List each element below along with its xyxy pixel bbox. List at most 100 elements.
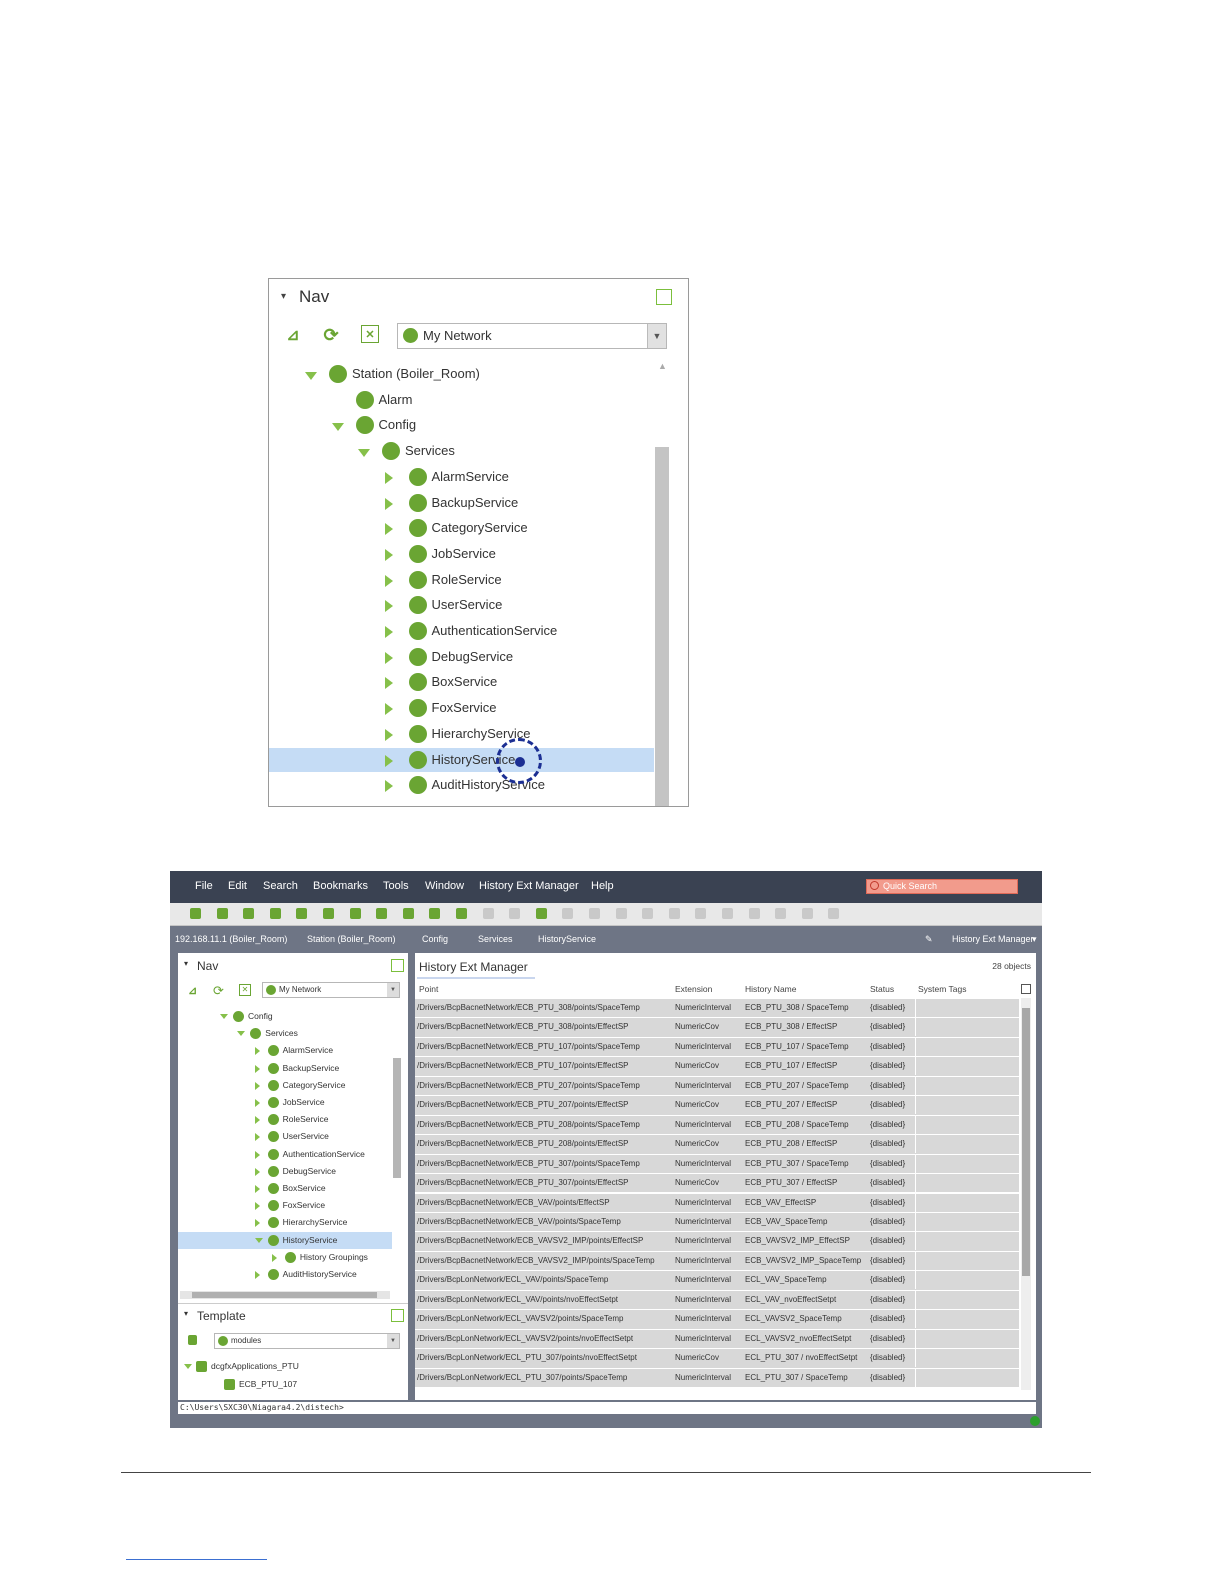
maximize-icon[interactable]: [391, 959, 404, 972]
save-all-icon[interactable]: [482, 908, 494, 919]
collapse-caret-icon[interactable]: ▾: [281, 291, 286, 302]
collapsed-arrow-icon[interactable]: [254, 1202, 260, 1211]
collapsed-arrow-icon[interactable]: [384, 574, 393, 587]
export-icon[interactable]: [509, 908, 521, 919]
refresh-icon[interactable]: ⟳: [213, 983, 224, 999]
rename-icon[interactable]: [801, 908, 813, 919]
menu-item[interactable]: Tools: [383, 880, 409, 892]
maximize-icon[interactable]: [656, 289, 672, 305]
edit-pencil-icon[interactable]: ✎: [925, 934, 933, 945]
new-connection-icon[interactable]: ⊿: [188, 984, 197, 997]
collapsed-arrow-icon[interactable]: [384, 651, 393, 664]
table-row[interactable]: /Drivers/BcpLonNetwork/ECL_VAV/points/Sp…: [415, 1271, 1019, 1291]
footer-link-underline[interactable]: [126, 1559, 267, 1560]
collapsed-arrow-icon[interactable]: [254, 1219, 260, 1228]
expanded-arrow-icon[interactable]: [305, 372, 317, 380]
table-row[interactable]: /Drivers/BcpBacnetNetwork/ECB_PTU_307/po…: [415, 1154, 1019, 1175]
menu-item[interactable]: History Ext Manager: [479, 880, 579, 892]
expanded-arrow-icon[interactable]: [220, 1014, 228, 1019]
chevron-down-icon[interactable]: ▼: [387, 983, 399, 997]
collapsed-arrow-icon[interactable]: [254, 1271, 260, 1279]
cut-icon[interactable]: [562, 908, 574, 919]
home-icon[interactable]: [323, 908, 334, 919]
collapsed-arrow-icon[interactable]: [384, 780, 393, 793]
modules-combo[interactable]: modules ▼: [214, 1333, 400, 1349]
table-row[interactable]: /Drivers/BcpBacnetNetwork/ECB_VAVSV2_IMP…: [415, 1232, 1019, 1252]
nav-scrollbar[interactable]: [655, 447, 669, 806]
table-scrollbar[interactable]: [1021, 998, 1031, 1390]
collapsed-arrow-icon[interactable]: [384, 626, 393, 638]
view-selector[interactable]: History Ext Manager: [952, 934, 1034, 944]
network-combo[interactable]: My Network ▼: [397, 323, 667, 349]
collapsed-arrow-icon[interactable]: [254, 1150, 260, 1159]
column-header[interactable]: Point: [419, 980, 438, 998]
expanded-arrow-icon[interactable]: [237, 1031, 246, 1037]
table-row[interactable]: /Drivers/BcpBacnetNetwork/ECB_VAV/points…: [415, 1212, 1019, 1233]
table-row[interactable]: /Drivers/BcpBacnetNetwork/ECB_PTU_207/po…: [415, 1096, 1019, 1116]
expanded-arrow-icon[interactable]: [184, 1364, 192, 1369]
view-tab[interactable]: History Ext Manager: [417, 955, 535, 979]
collapsed-arrow-icon[interactable]: [254, 1185, 260, 1193]
menu-item[interactable]: File: [195, 880, 213, 892]
refresh-icon[interactable]: [349, 908, 361, 919]
table-row[interactable]: /Drivers/BcpBacnetNetwork/ECB_VAV/points…: [415, 1193, 1019, 1213]
collapsed-arrow-icon[interactable]: [254, 1099, 260, 1107]
refresh-icon[interactable]: ⟳: [321, 325, 341, 345]
table-row[interactable]: /Drivers/BcpLonNetwork/ECL_VAV/points/nv…: [415, 1290, 1019, 1311]
collapsed-arrow-icon[interactable]: [254, 1116, 260, 1125]
collapsed-arrow-icon[interactable]: [384, 523, 393, 536]
quick-search-input[interactable]: Quick Search: [866, 879, 1018, 894]
collapsed-arrow-icon[interactable]: [254, 1133, 260, 1142]
column-chooser-icon[interactable]: [1021, 984, 1031, 994]
paste-icon[interactable]: [615, 908, 627, 919]
play-icon[interactable]: [748, 908, 760, 919]
table-row[interactable]: /Drivers/BcpBacnetNetwork/ECB_PTU_307/po…: [415, 1174, 1019, 1194]
table-row[interactable]: /Drivers/BcpLonNetwork/ECL_VAVSV2/points…: [415, 1310, 1019, 1330]
table-row[interactable]: /Drivers/BcpBacnetNetwork/ECB_PTU_308/po…: [415, 1018, 1019, 1038]
collapsed-arrow-icon[interactable]: [384, 600, 393, 613]
collapsed-arrow-icon[interactable]: [384, 677, 393, 690]
menu-item[interactable]: Help: [591, 880, 614, 892]
copy-icon[interactable]: [589, 908, 600, 919]
collapsed-arrow-icon[interactable]: [384, 754, 393, 767]
back-icon[interactable]: [190, 908, 201, 919]
import-icon[interactable]: [535, 908, 547, 919]
chevron-down-icon[interactable]: ▼: [387, 1334, 399, 1348]
close-icon[interactable]: ✕: [361, 325, 379, 343]
module-jar-icon[interactable]: [188, 1335, 197, 1345]
edit-icon[interactable]: [828, 908, 840, 919]
table-row[interactable]: /Drivers/BcpBacnetNetwork/ECB_PTU_107/po…: [415, 1037, 1019, 1058]
breadcrumb-item[interactable]: 192.168.11.1 (Boiler_Room): [175, 934, 287, 944]
print-icon[interactable]: [376, 908, 388, 919]
column-header[interactable]: System Tags: [918, 980, 967, 998]
table-row[interactable]: /Drivers/BcpLonNetwork/ECL_PTU_307/point…: [415, 1368, 1019, 1388]
collapsed-arrow-icon[interactable]: [254, 1064, 260, 1073]
collapsed-arrow-icon[interactable]: [254, 1167, 260, 1176]
table-row[interactable]: /Drivers/BcpLonNetwork/ECL_PTU_307/point…: [415, 1349, 1019, 1369]
stop-icon[interactable]: [775, 908, 787, 919]
column-header[interactable]: Status: [870, 980, 894, 998]
breadcrumb-item[interactable]: HistoryService: [538, 934, 596, 944]
collapse-caret-icon[interactable]: ▾: [184, 959, 188, 968]
menu-item[interactable]: Edit: [228, 880, 247, 892]
table-row[interactable]: /Drivers/BcpBacnetNetwork/ECB_VAVSV2_IMP…: [415, 1251, 1019, 1272]
breadcrumb-item[interactable]: Services: [478, 934, 513, 944]
maximize-icon[interactable]: [391, 1309, 404, 1322]
column-header[interactable]: Extension: [675, 980, 712, 998]
nav-scrollbar[interactable]: [393, 1058, 401, 1178]
table-row[interactable]: /Drivers/BcpBacnetNetwork/ECB_PTU_208/po…: [415, 1135, 1019, 1155]
table-row[interactable]: /Drivers/BcpBacnetNetwork/ECB_PTU_107/po…: [415, 1057, 1019, 1077]
up-icon[interactable]: [243, 908, 255, 919]
collapsed-arrow-icon[interactable]: [254, 1081, 260, 1090]
menu-item[interactable]: Search: [263, 880, 298, 892]
collapsed-arrow-icon[interactable]: [254, 1047, 260, 1056]
duplicate-icon[interactable]: [642, 908, 654, 919]
close-icon[interactable]: ✕: [239, 984, 251, 996]
table-row[interactable]: /Drivers/BcpBacnetNetwork/ECB_PTU_207/po…: [415, 1076, 1019, 1097]
new-connection-icon[interactable]: ⊿: [283, 325, 303, 345]
menu-item[interactable]: Window: [425, 880, 464, 892]
expanded-arrow-icon[interactable]: [331, 423, 344, 432]
redo-icon[interactable]: [722, 908, 733, 919]
collapsed-arrow-icon[interactable]: [384, 471, 393, 484]
undo-icon[interactable]: [695, 908, 707, 919]
